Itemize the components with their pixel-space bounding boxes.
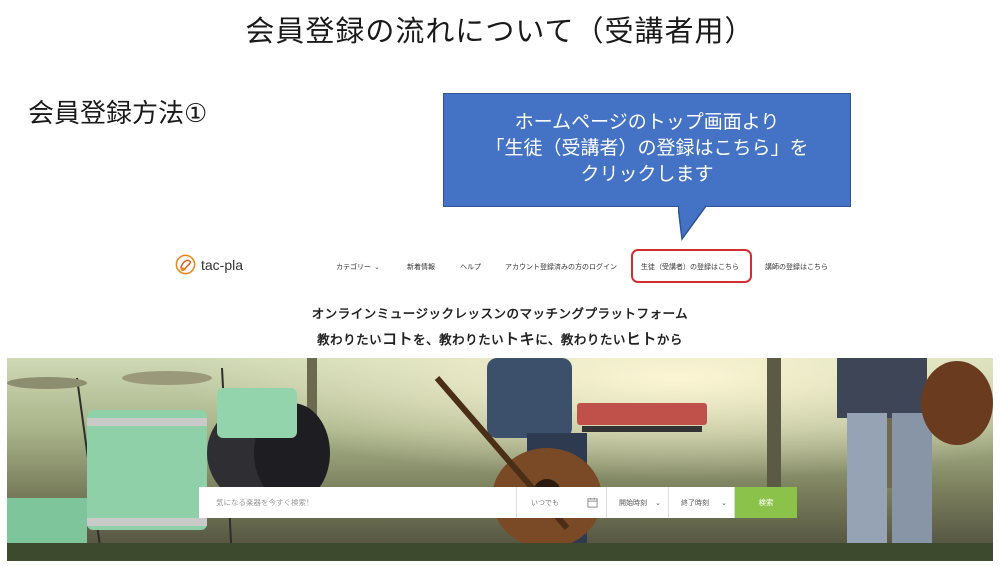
hero-image xyxy=(7,358,993,561)
subtagline: 教わりたいコトを、教わりたいトキに、教わりたいヒトから xyxy=(0,328,1000,349)
search-bar: 気になる楽器を今すぐ検索！ いつでも 開始時刻 ⌄ 終了時刻 ⌄ 検索 xyxy=(199,487,797,518)
callout-line: 「生徒（受講者）の登録はこちら」を xyxy=(485,137,809,159)
nav-help[interactable]: ヘルプ xyxy=(460,262,481,272)
date-value: いつでも xyxy=(531,498,559,507)
subtagline-emphasis: ヒト xyxy=(625,330,657,348)
nav-teacher-register[interactable]: 講師の登録はこちら xyxy=(765,262,828,272)
nav-category-label: カテゴリー xyxy=(336,263,371,271)
start-time-select[interactable]: 開始時刻 ⌄ xyxy=(607,487,669,518)
start-time-label: 開始時刻 xyxy=(619,498,647,507)
band-photo xyxy=(7,358,993,561)
subtagline-emphasis: トキ xyxy=(504,330,536,348)
subtagline-part: から xyxy=(656,332,683,347)
section-title: 会員登録方法① xyxy=(28,99,208,129)
callout-box: ホームページのトップ画面より 「生徒（受講者）の登録はこちら」を クリックします xyxy=(443,93,851,207)
nav-news[interactable]: 新着情報 xyxy=(407,262,435,272)
tac-pla-logo-icon xyxy=(175,254,196,275)
nav-login[interactable]: アカウント登録済みの方のログイン xyxy=(505,262,617,272)
tagline: オンラインミュージックレッスンのマッチングプラットフォーム xyxy=(311,306,689,321)
chevron-down-icon: ⌄ xyxy=(374,263,380,271)
nav-category[interactable]: カテゴリー ⌄ xyxy=(336,262,380,272)
end-time-label: 終了時刻 xyxy=(681,498,709,507)
subtagline-part: に、教わりたい xyxy=(535,332,626,347)
subtagline-part: 教わりたい xyxy=(317,332,383,347)
date-field[interactable]: いつでも xyxy=(517,487,607,518)
site-logo[interactable]: tac-pla xyxy=(174,253,243,276)
subtagline-part: を、教わりたい xyxy=(413,332,505,347)
callout-pointer xyxy=(678,205,707,241)
slide-title: 会員登録の流れについて（受講者用） xyxy=(245,14,755,48)
callout-line: クリックします xyxy=(580,163,714,185)
highlight-box xyxy=(631,249,752,283)
end-time-select[interactable]: 終了時刻 ⌄ xyxy=(669,487,735,518)
callout-line: ホームページのトップ画面より xyxy=(514,111,780,133)
chevron-down-icon: ⌄ xyxy=(721,498,727,507)
chevron-down-icon: ⌄ xyxy=(655,498,661,507)
search-input[interactable]: 気になる楽器を今すぐ検索！ xyxy=(199,487,517,518)
logo-text: tac-pla xyxy=(201,256,244,273)
calendar-icon xyxy=(587,497,598,508)
search-button[interactable]: 検索 xyxy=(735,487,797,518)
subtagline-emphasis: コト xyxy=(382,330,414,348)
